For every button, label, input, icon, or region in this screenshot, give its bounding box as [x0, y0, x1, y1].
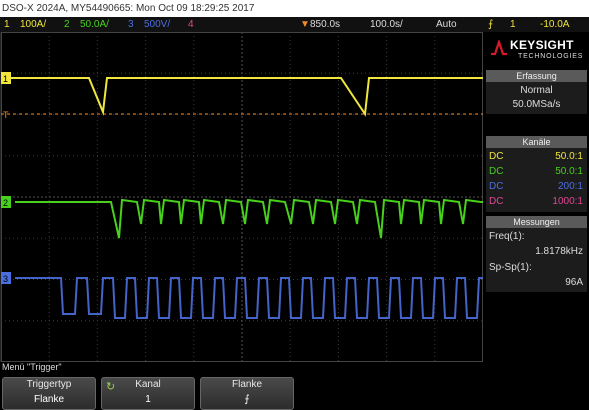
- softkey-slope[interactable]: Flanke ⨍: [200, 377, 294, 410]
- menu-title: Menü "Trigger": [2, 362, 62, 372]
- trigger-level-marker: T: [3, 110, 9, 120]
- waveform-graticule: 1 2 3 T: [1, 32, 483, 362]
- info-panel: KEYSIGHT TECHNOLOGIES Erfassung Normal 5…: [484, 32, 589, 362]
- logo-name: KEYSIGHT: [510, 38, 574, 52]
- ch1-number[interactable]: 1: [4, 17, 10, 32]
- trigger-edge-icon: ⨍: [488, 19, 494, 30]
- ch2-probe-ratio: 50.0:1: [555, 166, 583, 177]
- ch2-coupling: DC: [489, 166, 504, 177]
- ch2-ground-marker-label: 2: [3, 198, 8, 208]
- trigger-level[interactable]: -10.0A: [540, 17, 569, 32]
- status-bar: 1 100A/ 2 50.0A/ 3 500V/ 4 ▼ 850.0s 100.…: [0, 17, 589, 32]
- ch2-trace: [15, 198, 483, 239]
- trigger-position-marker: ▼: [300, 19, 310, 30]
- trigger-source[interactable]: 1: [510, 17, 516, 32]
- ch2-scale[interactable]: 50.0A/: [80, 17, 109, 32]
- timebase-position[interactable]: 850.0s: [310, 17, 340, 32]
- measurements-box[interactable]: Freq(1): 1.8178kHz Sp-Sp(1): 96A: [486, 228, 587, 292]
- timebase-scale[interactable]: 100.0s/: [370, 17, 403, 32]
- channels-header: Kanäle: [486, 136, 587, 148]
- ch1-ground-marker-label: 1: [3, 74, 8, 84]
- channels-box[interactable]: DC 50.0:1 DC 50.0:1 DC 200:1 DC 1000:1: [486, 148, 587, 212]
- ch4-coupling: DC: [489, 196, 504, 207]
- pp-label: Sp-Sp(1):: [489, 262, 532, 273]
- keysight-logo: KEYSIGHT TECHNOLOGIES: [486, 34, 587, 68]
- freq-label: Freq(1):: [489, 231, 525, 242]
- softkey-trigger-type[interactable]: Triggertyp Flanke: [2, 377, 96, 410]
- softkey-slope-label: Flanke: [231, 379, 262, 390]
- window-title: DSO-X 2024A, MY54490665: Mon Oct 09 18:2…: [2, 3, 255, 14]
- keysight-wave-icon: [491, 40, 507, 56]
- title-bar: DSO-X 2024A, MY54490665: Mon Oct 09 18:2…: [0, 0, 589, 17]
- ch3-probe-ratio: 200:1: [557, 181, 583, 192]
- ch3-scale[interactable]: 500V/: [144, 17, 170, 32]
- ch4-probe-ratio: 1000:1: [552, 196, 583, 207]
- ch1-probe-ratio: 50.0:1: [555, 151, 583, 162]
- softkey-channel-value: 1: [145, 394, 151, 405]
- ch1-coupling: DC: [489, 151, 504, 162]
- softkey-channel-label: Kanal: [135, 379, 161, 390]
- rising-edge-icon: ⨍: [244, 394, 250, 405]
- acquisition-box[interactable]: Normal 50.0MSa/s: [486, 82, 587, 114]
- trigger-mode[interactable]: Auto: [436, 17, 457, 32]
- acquisition-mode: Normal: [520, 85, 553, 96]
- ch3-number[interactable]: 3: [128, 17, 134, 32]
- acquisition-header: Erfassung: [486, 70, 587, 82]
- waveform-display[interactable]: 1 2 3 T: [0, 32, 483, 362]
- acquisition-rate: 50.0MSa/s: [512, 99, 561, 110]
- ch3-ground-marker-label: 3: [3, 274, 8, 284]
- ch1-scale[interactable]: 100A/: [20, 17, 46, 32]
- softkey-channel[interactable]: ↻ Kanal 1: [101, 377, 195, 410]
- logo-subtitle: TECHNOLOGIES: [518, 53, 584, 60]
- softkey-menu: Menü "Trigger" Triggertyp Flanke ↻ Kanal…: [0, 362, 589, 410]
- ch4-number[interactable]: 4: [188, 17, 194, 32]
- ch2-number[interactable]: 2: [64, 17, 70, 32]
- freq-value: 1.8178kHz: [535, 246, 583, 257]
- ch3-trace: [15, 277, 483, 319]
- softkey-trigger-type-label: Triggertyp: [26, 379, 72, 390]
- ch3-coupling: DC: [489, 181, 504, 192]
- softkey-trigger-type-value: Flanke: [33, 394, 64, 405]
- pp-value: 96A: [565, 277, 583, 288]
- measurements-header: Messungen: [486, 216, 587, 228]
